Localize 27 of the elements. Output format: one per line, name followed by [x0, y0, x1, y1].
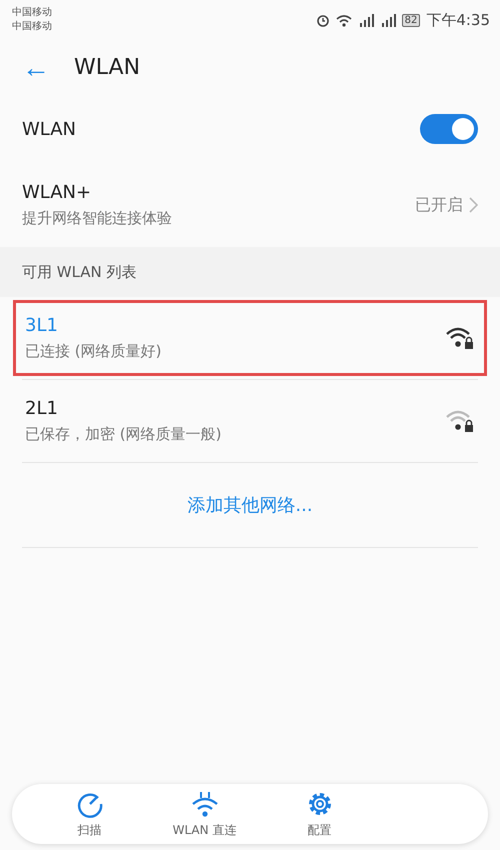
chevron-right-icon — [469, 197, 478, 213]
back-button[interactable]: ← — [22, 54, 50, 82]
wlan-label: WLAN — [22, 118, 76, 140]
page-title: WLAN — [74, 55, 140, 80]
add-network-link[interactable]: 添加其他网络... — [0, 463, 500, 547]
wlan-switch[interactable] — [420, 114, 478, 144]
network-status: 已保存，加密 (网络质量一般) — [25, 425, 222, 444]
wlan-plus-status: 已开启 — [415, 194, 463, 216]
carrier-name: 中国移动 — [12, 7, 52, 19]
signal-icon — [380, 14, 396, 26]
carrier-name: 中国移动 — [12, 21, 52, 33]
signal-icon — [358, 14, 374, 26]
wifi-icon — [190, 790, 220, 818]
section-title: 可用 WLAN 列表 — [22, 262, 137, 282]
wlan-plus-label: WLAN+ — [22, 182, 92, 203]
battery-level: 82 — [402, 14, 420, 26]
toolbar-button[interactable]: 扫描 — [32, 790, 147, 838]
network-item[interactable]: 3L1 已连接 (网络质量好) — [13, 300, 487, 376]
network-name: 3L1 — [25, 315, 59, 336]
network-name: 2L1 — [25, 398, 59, 419]
toolbar-button[interactable]: WLAN 直连 — [147, 790, 262, 838]
wlan-plus-description: 提升网络智能连接体验 — [22, 209, 172, 228]
wifi-icon — [336, 14, 352, 26]
toolbar-button[interactable]: 配置 — [262, 790, 377, 838]
network-status: 已连接 (网络质量好) — [25, 342, 162, 361]
clock-time: 下午4:35 — [426, 10, 490, 30]
alarm-icon — [316, 13, 330, 27]
